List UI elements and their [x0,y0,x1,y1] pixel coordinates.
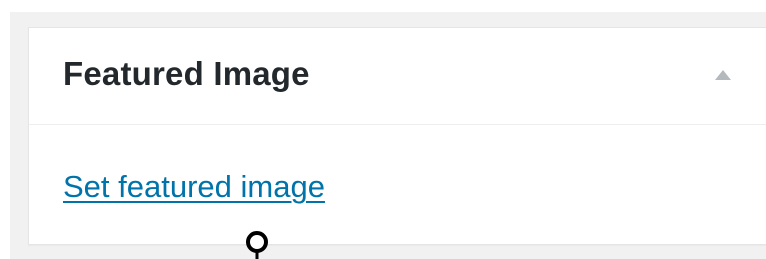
set-featured-image-link[interactable]: Set featured image [63,169,325,205]
featured-image-metabox: Featured Image Set featured image [28,27,766,245]
collapse-toggle-button[interactable] [701,58,745,94]
triangle-up-icon [715,70,731,80]
metabox-title: Featured Image [63,55,310,92]
metabox-body: Set featured image [29,125,766,244]
metabox-header: Featured Image [29,28,766,125]
